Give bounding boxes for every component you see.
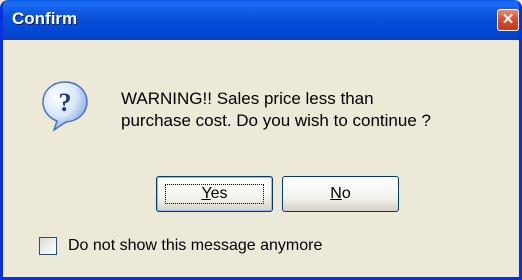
yes-button[interactable]: Yes: [156, 176, 273, 212]
title-bar[interactable]: Confirm ✕: [3, 0, 519, 40]
svg-text:?: ?: [59, 88, 72, 117]
warning-message: WARNING!! Sales price less than purchase…: [121, 88, 511, 132]
dialog-title: Confirm: [12, 9, 78, 28]
close-button[interactable]: ✕: [497, 9, 519, 31]
no-label-rest: o: [341, 185, 351, 202]
message-line-2: purchase cost. Do you wish to continue ?: [121, 111, 431, 130]
no-button[interactable]: No: [282, 176, 399, 212]
focus-rectangle: [165, 184, 264, 204]
confirm-dialog: Confirm ✕ ? WARNING!! Sales price less t…: [0, 0, 522, 280]
dont-show-again-label[interactable]: Do not show this message anymore: [68, 235, 322, 257]
no-label-mnemonic: N: [330, 185, 342, 202]
dont-show-again-checkbox[interactable]: [39, 237, 57, 255]
question-icon: ?: [42, 81, 88, 132]
close-icon: ✕: [501, 11, 515, 28]
message-line-1: WARNING!! Sales price less than: [121, 89, 374, 108]
